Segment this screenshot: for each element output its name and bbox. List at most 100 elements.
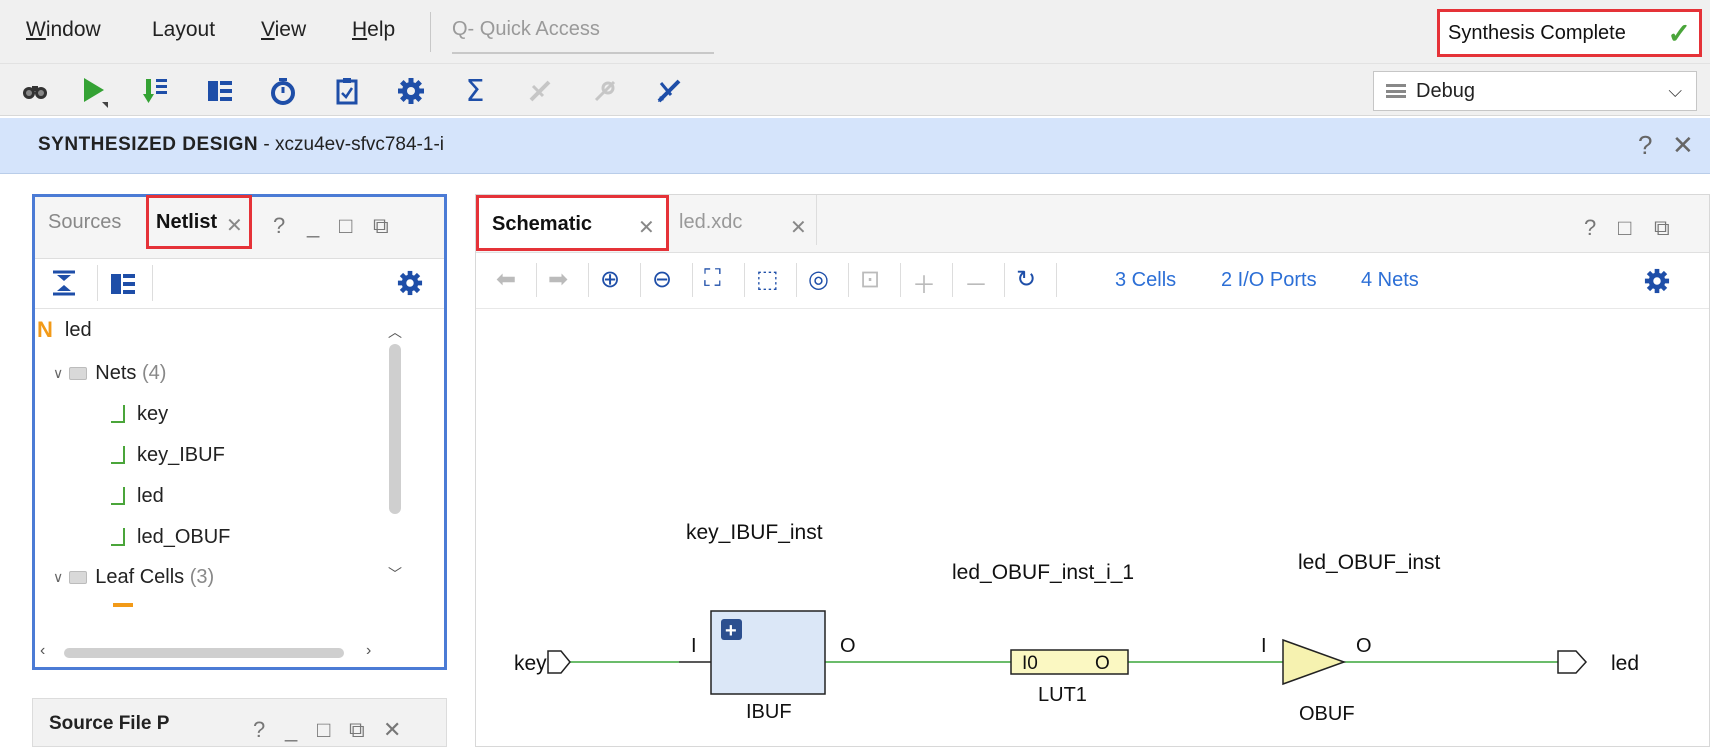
- menu-window[interactable]: Window: [26, 18, 101, 42]
- design-title-label: SYNTHESIZED DESIGN: [38, 134, 259, 155]
- nets-count-link[interactable]: 4 Nets: [1361, 269, 1419, 292]
- help-button[interactable]: ?: [1584, 215, 1596, 241]
- io-ports-count-link[interactable]: 2 I/O Ports: [1221, 269, 1317, 292]
- schematic-canvas[interactable]: key key_IBUF_inst + I O IBUF led_OBUF_in…: [476, 310, 1709, 746]
- collapse-all-icon[interactable]: [51, 269, 77, 302]
- design-title: SYNTHESIZED DESIGN - xczu4ev-sfvc784-1-i: [38, 134, 444, 156]
- zoom-fit-icon[interactable]: ⛶: [704, 265, 721, 293]
- tree-root[interactable]: N led: [37, 312, 92, 348]
- chevron-down-icon: ∨: [53, 568, 64, 585]
- tab-schematic[interactable]: Schematic: [492, 213, 592, 236]
- ibuf-pin-o: O: [840, 635, 856, 657]
- toolbar-divider: [640, 263, 641, 297]
- chevron-down-icon: ∨: [53, 364, 64, 381]
- menu-view-mnemonic: V: [261, 18, 275, 41]
- cells-count-link[interactable]: 3 Cells: [1115, 269, 1176, 292]
- toolbar-divider: [692, 263, 693, 297]
- gear-icon[interactable]: [1644, 268, 1670, 299]
- synth-icon[interactable]: [203, 74, 237, 108]
- help-button[interactable]: ?: [253, 717, 265, 743]
- menu-window-mnemonic: W: [26, 18, 46, 41]
- nets-count: (4): [141, 361, 167, 384]
- tab-sources[interactable]: Sources: [48, 211, 121, 234]
- quick-access-input[interactable]: Q- Quick Access: [452, 14, 714, 54]
- expand-all-icon[interactable]: [109, 270, 137, 303]
- tab-led-xdc[interactable]: led.xdc: [679, 211, 742, 234]
- maximize-button[interactable]: □: [317, 717, 330, 743]
- menu-view[interactable]: View: [261, 18, 306, 42]
- crosshair-icon[interactable]: ◎: [808, 265, 829, 294]
- menu-layout[interactable]: Layout: [152, 18, 215, 42]
- binoculars-icon[interactable]: [18, 74, 52, 108]
- settings-icon[interactable]: [394, 74, 428, 108]
- gear-icon[interactable]: [397, 270, 423, 301]
- zoom-out-icon[interactable]: ⊖: [652, 265, 672, 294]
- scroll-up-icon[interactable]: ︿: [388, 322, 402, 342]
- schematic-panel: Schematic ✕ led.xdc ✕ ? □ ⧉ ⬅ ➡ ⊕ ⊖ ⛶ ⬚ …: [475, 194, 1710, 747]
- scroll-thumb[interactable]: [64, 648, 344, 658]
- obuf-type-label: OBUF: [1299, 703, 1355, 725]
- lut-type-label: LUT1: [1038, 684, 1087, 706]
- scroll-right-icon[interactable]: ›: [366, 642, 371, 660]
- status-text: Synthesis Complete: [1448, 21, 1626, 44]
- toolbar-divider: [848, 263, 849, 297]
- source-file-panel: Source File P ? _ □ ⧉ ✕: [32, 698, 447, 747]
- layout-select[interactable]: Debug ⌵: [1373, 71, 1697, 111]
- design-close-button[interactable]: ✕: [1672, 130, 1694, 161]
- port-led[interactable]: [1557, 650, 1588, 674]
- port-key-label: key: [514, 652, 547, 675]
- toolbar-divider: [952, 263, 953, 297]
- quick-access-placeholder: Q- Quick Access: [452, 18, 600, 40]
- toolbar-divider: [1056, 263, 1057, 297]
- disabled-attach-icon: [588, 74, 622, 108]
- maximize-button[interactable]: □: [339, 213, 352, 239]
- step-icon[interactable]: [140, 74, 174, 108]
- port-key[interactable]: [547, 650, 571, 674]
- scroll-left-icon[interactable]: ‹: [40, 642, 45, 660]
- obuf-instance-label: led_OBUF_inst: [1298, 551, 1441, 574]
- tab-netlist[interactable]: Netlist: [156, 211, 217, 234]
- close-icon[interactable]: ✕: [638, 215, 655, 240]
- float-button[interactable]: ⧉: [349, 717, 365, 743]
- float-button[interactable]: ⧉: [373, 213, 389, 239]
- close-icon[interactable]: ✕: [790, 215, 807, 240]
- vertical-scrollbar[interactable]: ︿ ﹀: [385, 322, 405, 638]
- menu-help[interactable]: Help: [352, 18, 395, 42]
- horizontal-scrollbar[interactable]: ‹ ›: [34, 640, 386, 664]
- menu-separator: [430, 12, 431, 52]
- list-item[interactable]: led_OBUF: [111, 519, 230, 555]
- net-label: key_IBUF: [137, 443, 225, 466]
- net-icon: [111, 487, 125, 505]
- ibuf-instance-label: key_IBUF_inst: [686, 521, 823, 544]
- list-item[interactable]: key_IBUF: [111, 437, 225, 473]
- scroll-down-icon[interactable]: ﹀: [388, 564, 402, 584]
- minimize-button[interactable]: _: [307, 213, 319, 239]
- list-item[interactable]: led: [111, 478, 164, 514]
- close-icon[interactable]: ✕: [226, 213, 243, 238]
- zoom-in-icon[interactable]: ⊕: [600, 265, 620, 294]
- close-button[interactable]: ✕: [383, 717, 401, 743]
- zoom-selection-icon[interactable]: ⬚: [756, 265, 779, 294]
- net-label: led_OBUF: [137, 525, 231, 548]
- netlist-tabstrip: Sources Netlist ✕ ? _ □ ⧉: [35, 195, 444, 259]
- minimize-button[interactable]: _: [285, 717, 297, 743]
- toolbar-divider: [97, 265, 98, 301]
- obuf-cell[interactable]: [1282, 638, 1347, 686]
- tree-leaf-folder[interactable]: ∨ Leaf Cells (3): [53, 559, 214, 595]
- float-button[interactable]: ⧉: [1654, 215, 1670, 241]
- maximize-button[interactable]: □: [1618, 215, 1631, 241]
- toolbar-divider: [744, 263, 745, 297]
- sigma-icon[interactable]: Σ: [458, 74, 492, 109]
- run-icon[interactable]: [78, 74, 112, 108]
- list-item[interactable]: key: [111, 396, 168, 432]
- tree-nets-folder[interactable]: ∨ Nets (4): [53, 355, 166, 391]
- refresh-icon[interactable]: ↻: [1016, 265, 1036, 294]
- cross-tool-icon[interactable]: [652, 74, 686, 108]
- clipboard-icon[interactable]: [330, 74, 364, 108]
- design-help-button[interactable]: ?: [1638, 130, 1652, 161]
- nets-label: Nets: [95, 361, 137, 384]
- help-button[interactable]: ?: [273, 213, 285, 239]
- design-header: SYNTHESIZED DESIGN - xczu4ev-sfvc784-1-i…: [0, 118, 1710, 174]
- scroll-thumb[interactable]: [389, 344, 401, 514]
- timer-icon[interactable]: [266, 74, 300, 108]
